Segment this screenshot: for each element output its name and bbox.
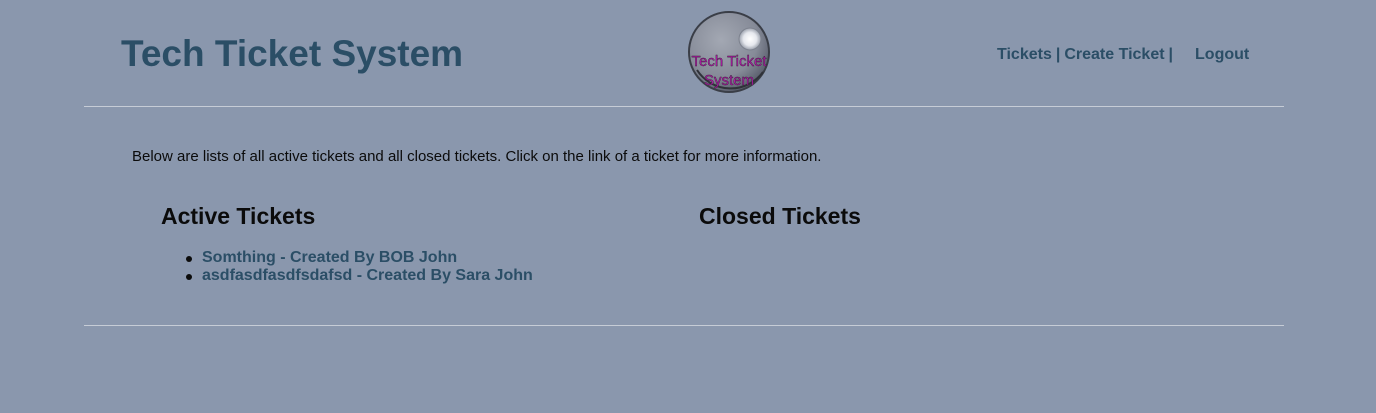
top-nav: Tickets | Create Ticket | Logout bbox=[997, 45, 1249, 65]
logo: Tech Ticket System bbox=[683, 10, 775, 96]
ticket-link[interactable]: Somthing - Created By BOB John bbox=[202, 249, 457, 266]
nav-separator: | bbox=[1055, 46, 1061, 63]
page: Tech Ticket System Tech Ticket System Ti… bbox=[0, 0, 1376, 413]
intro-text: Below are lists of all active tickets an… bbox=[132, 148, 822, 165]
list-item: asdfasdfasdfsdafsd - Created By Sara Joh… bbox=[186, 267, 533, 285]
active-tickets-heading: Active Tickets bbox=[161, 203, 316, 229]
nav-separator: | bbox=[1168, 46, 1174, 63]
closed-tickets-heading: Closed Tickets bbox=[699, 203, 861, 229]
site-title: Tech Ticket System bbox=[121, 33, 464, 74]
nav-logout-link[interactable]: Logout bbox=[1195, 46, 1249, 63]
footer-divider bbox=[84, 325, 1284, 326]
header-divider bbox=[84, 106, 1284, 107]
ticket-link[interactable]: asdfasdfasdfsdafsd - Created By Sara Joh… bbox=[202, 267, 533, 284]
list-item: Somthing - Created By BOB John bbox=[186, 249, 533, 267]
bullet-icon bbox=[186, 274, 192, 280]
bullet-icon bbox=[186, 256, 192, 262]
nav-tickets-link[interactable]: Tickets bbox=[997, 46, 1052, 63]
logo-text-line1: Tech Ticket bbox=[691, 53, 767, 70]
active-tickets-list: Somthing - Created By BOB John asdfasdfa… bbox=[186, 249, 533, 285]
logo-text-line2: System bbox=[704, 72, 754, 89]
logo-globe-icon: Tech Ticket System bbox=[688, 11, 770, 93]
nav-create-ticket-link[interactable]: Create Ticket bbox=[1064, 46, 1164, 63]
